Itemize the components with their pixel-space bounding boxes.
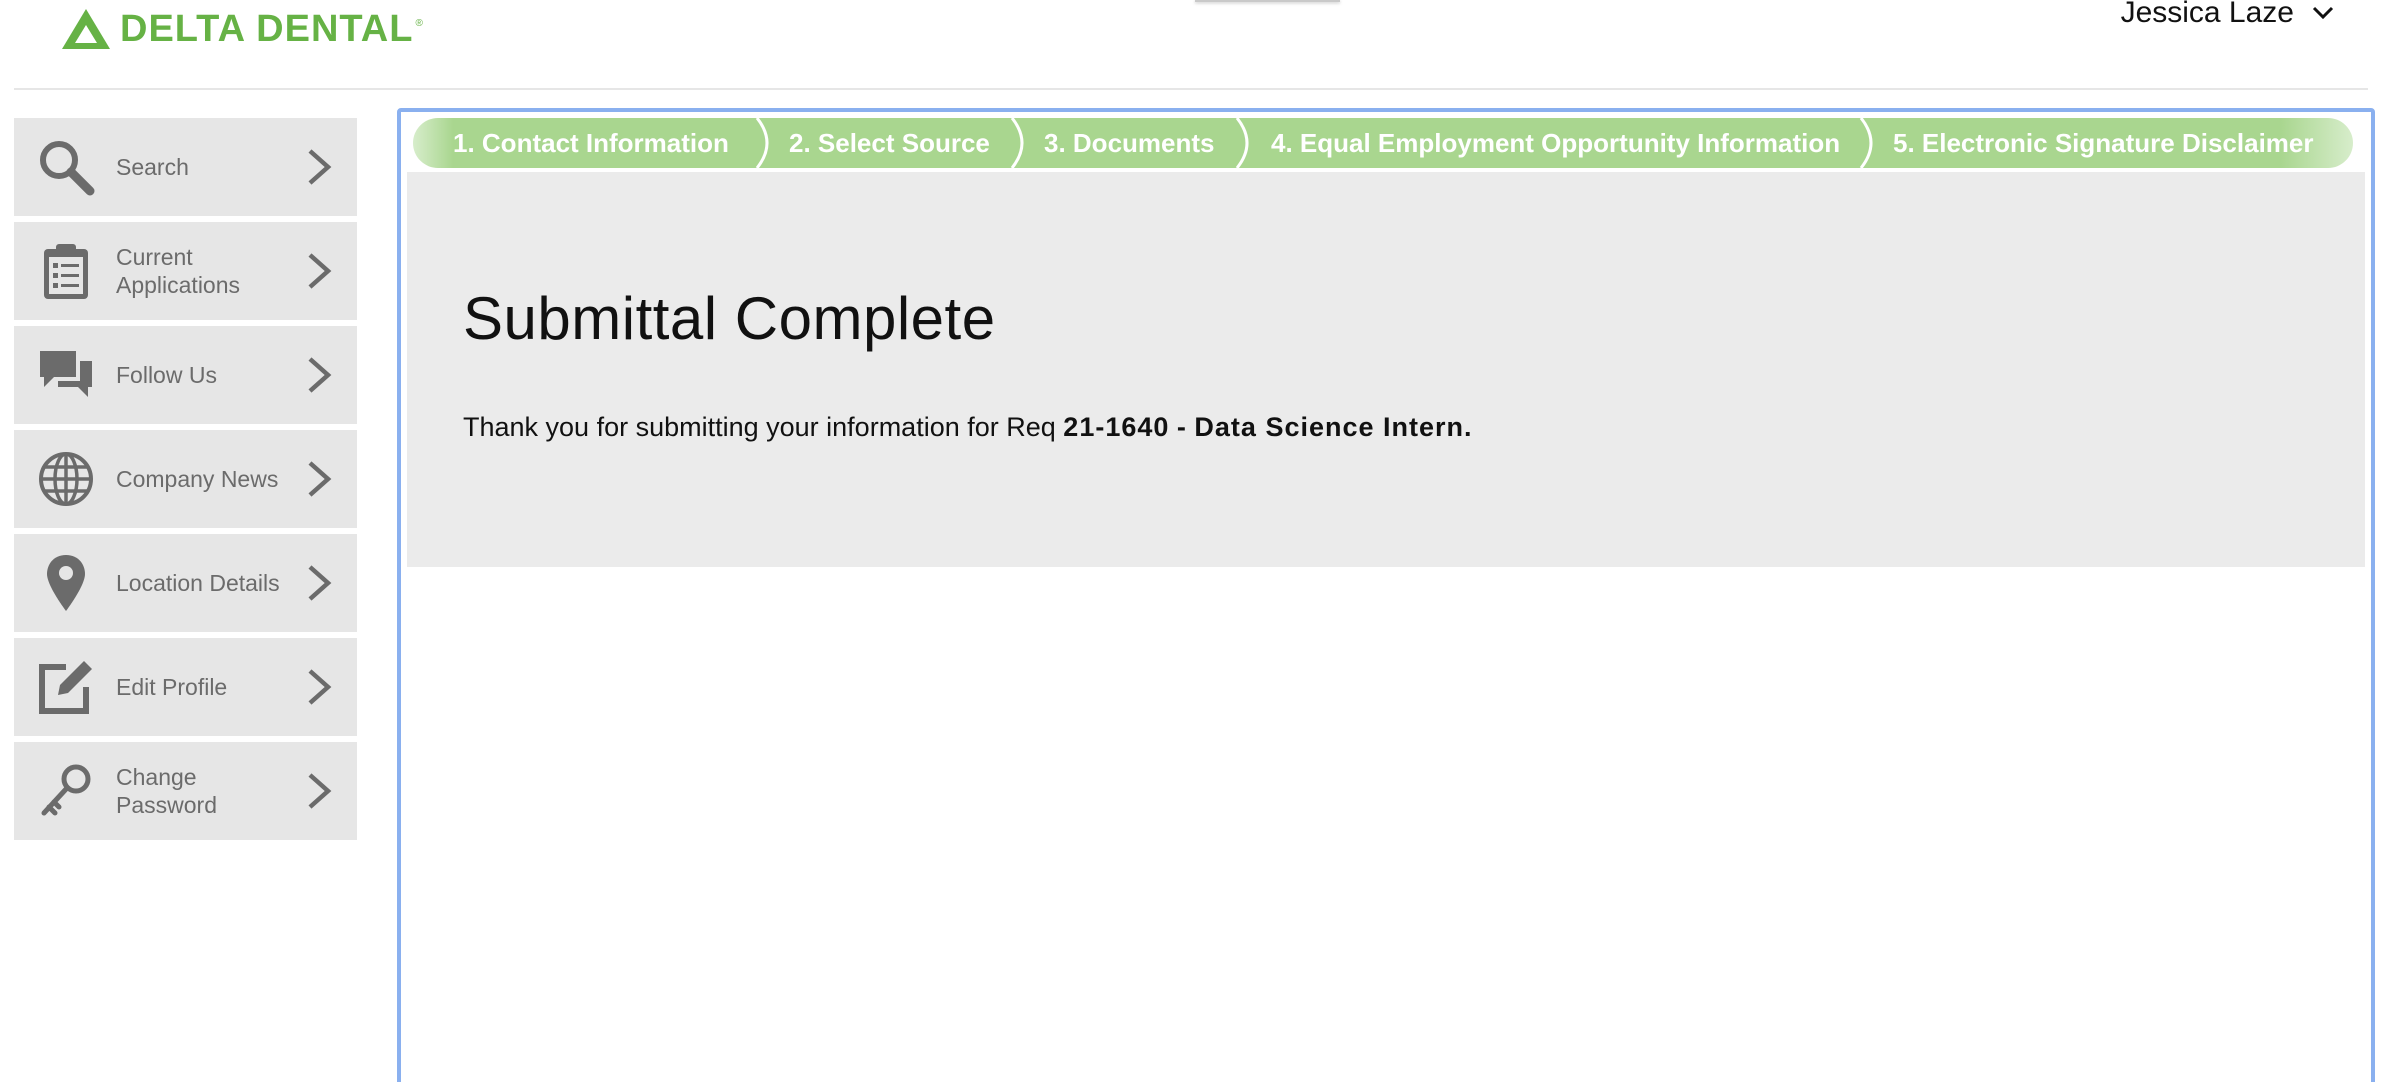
logo-text: DELTA DENTAL xyxy=(120,7,414,50)
chevron-right-icon xyxy=(308,357,332,393)
sidebar-item-label: Edit Profile xyxy=(116,674,228,700)
sidebar: Search Current Applications Follow Us Co… xyxy=(14,118,357,846)
req-id: 21-1640 xyxy=(1063,412,1170,442)
header-divider xyxy=(14,88,2368,90)
chevron-right-icon xyxy=(308,565,332,601)
step-equal-employment-opportunity-information[interactable]: 4. Equal Employment Opportunity Informat… xyxy=(1247,118,1873,168)
sidebar-item-change-password[interactable]: Change Password xyxy=(14,742,357,840)
chat-bubbles-icon xyxy=(36,345,96,405)
req-dash: - xyxy=(1176,412,1187,442)
top-tab-handle[interactable] xyxy=(1195,0,1340,2)
chevron-right-icon xyxy=(308,773,332,809)
sidebar-item-label: Follow Us xyxy=(116,362,217,388)
step-separator xyxy=(755,118,769,168)
delta-triangle-icon xyxy=(62,9,110,49)
page-title: Submittal Complete xyxy=(463,285,996,352)
sidebar-item-location-details[interactable]: Location Details xyxy=(14,534,357,632)
edit-icon xyxy=(36,657,96,717)
sidebar-item-label: Company News xyxy=(116,466,279,492)
chevron-right-icon xyxy=(308,149,332,185)
job-title: Data Science Intern. xyxy=(1194,412,1473,442)
step-documents[interactable]: 3. Documents xyxy=(1022,118,1249,168)
sidebar-item-label: Search xyxy=(116,154,189,180)
step-label: 5. Electronic Signature Disclaimer xyxy=(1893,127,2314,158)
step-label: 1. Contact Information xyxy=(453,127,729,158)
logo-registered-mark: ® xyxy=(415,18,423,29)
step-contact-information[interactable]: 1. Contact Information xyxy=(413,118,769,168)
sidebar-item-search[interactable]: Search xyxy=(14,118,357,216)
step-label: 3. Documents xyxy=(1044,127,1215,158)
sidebar-item-company-news[interactable]: Company News xyxy=(14,430,357,528)
step-separator xyxy=(1859,118,1873,168)
confirmation-message: Thank you for submitting your informatio… xyxy=(463,412,1473,443)
sidebar-item-edit-profile[interactable]: Edit Profile xyxy=(14,638,357,736)
step-label: 2. Select Source xyxy=(789,127,990,158)
sidebar-item-follow-us[interactable]: Follow Us xyxy=(14,326,357,424)
user-menu[interactable]: Jessica Laze xyxy=(2121,0,2334,30)
step-separator xyxy=(1010,118,1024,168)
sidebar-item-current-applications[interactable]: Current Applications xyxy=(14,222,357,320)
globe-icon xyxy=(36,449,96,509)
sidebar-item-label: Change Password xyxy=(116,764,217,818)
key-icon xyxy=(36,761,96,821)
submittal-panel: Submittal Complete Thank you for submitt… xyxy=(407,172,2365,567)
chevron-right-icon xyxy=(308,669,332,705)
step-select-source[interactable]: 2. Select Source xyxy=(767,118,1024,168)
delta-dental-logo[interactable]: DELTA DENTAL ® xyxy=(60,6,423,52)
step-label: 4. Equal Employment Opportunity Informat… xyxy=(1271,127,1841,158)
user-name: Jessica Laze xyxy=(2120,0,2294,29)
header: DELTA DENTAL ® Jessica Laze xyxy=(0,0,2382,90)
step-separator xyxy=(1235,118,1249,168)
clipboard-icon xyxy=(36,241,96,301)
sidebar-item-label: Current Applications xyxy=(116,244,241,298)
application-frame: 1. Contact Information 2. Select Source … xyxy=(397,108,2375,1082)
sidebar-item-label: Location Details xyxy=(116,570,280,596)
application-steps: 1. Contact Information 2. Select Source … xyxy=(413,118,2353,168)
chevron-right-icon xyxy=(308,461,332,497)
chevron-down-icon xyxy=(2312,6,2334,20)
message-prefix: Thank you for submitting your informatio… xyxy=(463,412,1056,442)
map-pin-icon xyxy=(36,553,96,613)
chevron-right-icon xyxy=(308,253,332,289)
search-icon xyxy=(36,137,96,197)
step-electronic-signature-disclaimer[interactable]: 5. Electronic Signature Disclaimer xyxy=(1871,118,2353,168)
